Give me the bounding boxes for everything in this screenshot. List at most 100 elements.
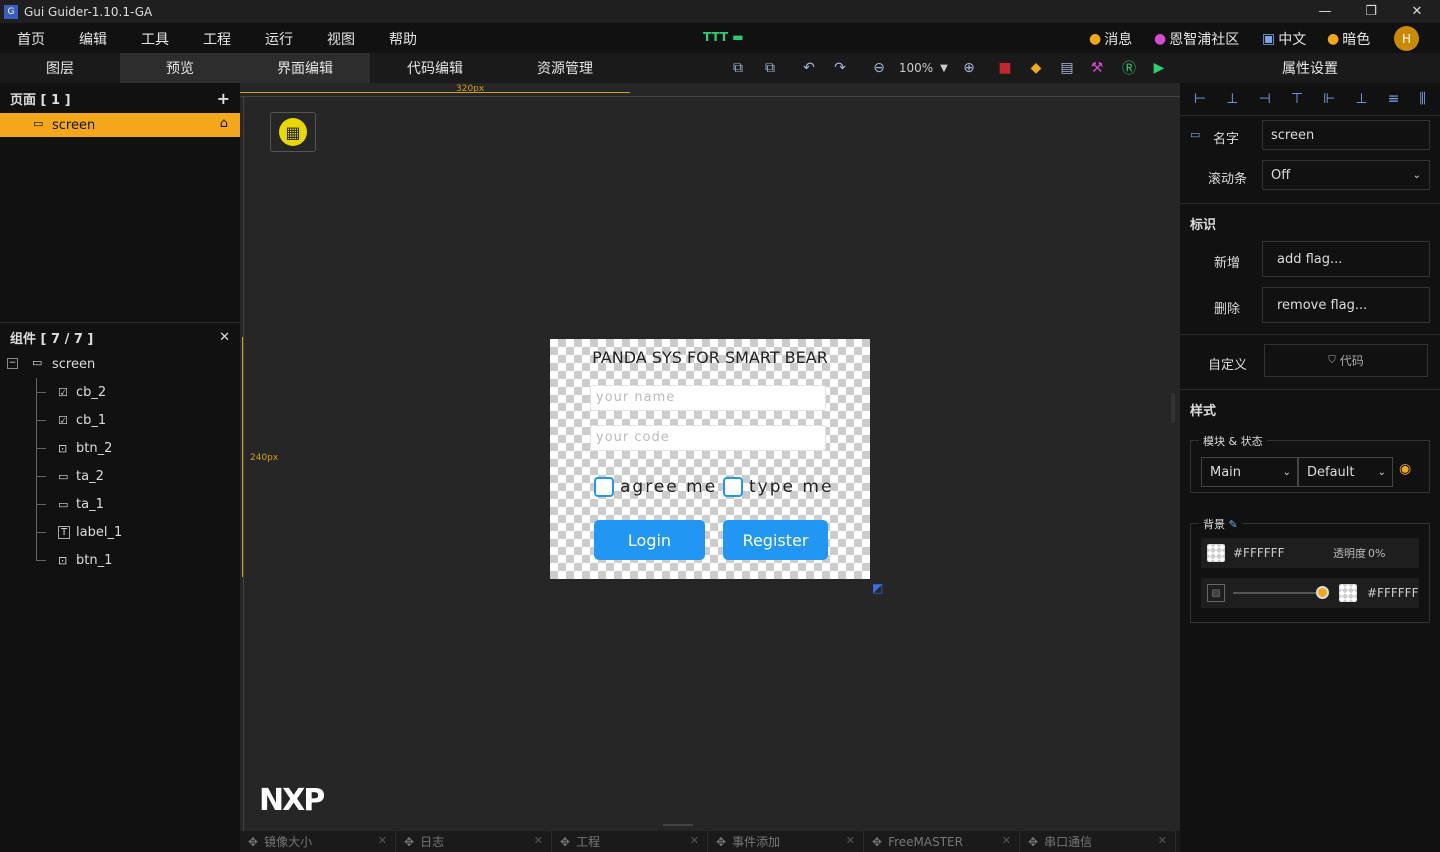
distribute-h-icon[interactable]: ≡ xyxy=(1388,91,1400,107)
code-input[interactable]: your code xyxy=(590,425,826,451)
close-icon[interactable]: ✕ xyxy=(1002,834,1011,847)
home-icon[interactable]: ⌂ xyxy=(220,116,228,131)
page-item-screen[interactable]: ▭ screen ⌂ xyxy=(0,113,240,137)
bottom-tab-label: 日志 xyxy=(420,835,445,849)
part-select[interactable]: Main ⌄ xyxy=(1201,457,1298,487)
name-field[interactable]: screen xyxy=(1262,120,1430,150)
resize-handle-icon[interactable]: ◩ xyxy=(872,581,883,595)
close-icon[interactable]: ✕ xyxy=(378,834,387,847)
type-checkbox[interactable]: type me xyxy=(723,477,833,497)
widget-palette-button[interactable]: ▦ xyxy=(270,112,316,152)
bg-color-row[interactable]: #FFFFFF 透明度 0% xyxy=(1201,538,1419,568)
align-left-icon[interactable]: ⊢ xyxy=(1194,91,1206,107)
eraser-icon[interactable]: ◆ xyxy=(1027,59,1045,77)
menu-view[interactable]: 视图 xyxy=(327,29,355,49)
undo-icon[interactable]: ↶ xyxy=(800,59,818,77)
close-icon[interactable]: ✕ xyxy=(690,834,699,847)
distribute-v-icon[interactable]: ⫼ xyxy=(1419,91,1425,107)
tab-preview[interactable]: 预览 xyxy=(120,53,240,83)
menu-run[interactable]: 运行 xyxy=(265,29,293,49)
name-input[interactable]: your name xyxy=(590,385,826,411)
zoom-out-icon[interactable]: ⊖ xyxy=(870,59,888,77)
align-center-h-icon[interactable]: ⊥ xyxy=(1226,91,1238,107)
zoom-level[interactable]: 100% xyxy=(896,59,936,77)
avatar[interactable]: H xyxy=(1394,26,1419,51)
device-screen[interactable]: PANDA SYS FOR SMART BEAR your name your … xyxy=(550,339,870,579)
bring-front-icon[interactable]: ⧉ xyxy=(729,59,747,77)
minimize-button[interactable]: — xyxy=(1302,0,1348,23)
tree-item-btn1[interactable]: ⊡ btn_1 xyxy=(0,546,240,574)
run-r-icon[interactable]: Ⓡ xyxy=(1120,59,1138,77)
tree-item-screen[interactable]: − ▭ screen xyxy=(0,350,240,378)
language-label: 中文 xyxy=(1278,32,1307,48)
tab-serial[interactable]: ✥ 串口通信 ✕ xyxy=(1020,831,1176,852)
send-back-icon[interactable]: ⧉ xyxy=(761,59,779,77)
chat-icon: ● xyxy=(1089,31,1102,47)
register-button[interactable]: Register xyxy=(723,520,828,560)
community-link[interactable]: ● 恩智浦社区 xyxy=(1154,29,1239,49)
tree-item-cb1[interactable]: ☑ cb_1 xyxy=(0,406,240,434)
align-center-v-icon[interactable]: ⊩ xyxy=(1323,91,1335,107)
theme-switch[interactable]: ● 暗色 xyxy=(1327,29,1370,49)
play-icon[interactable]: ▶ xyxy=(1150,59,1168,77)
close-icon[interactable]: ✕ xyxy=(1158,834,1167,847)
hammer-icon[interactable]: ⚒ xyxy=(1088,59,1106,77)
menu-edit[interactable]: 编辑 xyxy=(79,29,107,49)
maximize-button[interactable]: ❐ xyxy=(1348,0,1394,23)
collapse-box-icon[interactable]: − xyxy=(7,358,18,369)
tree-item-label1[interactable]: Tlabel_1 xyxy=(0,518,240,546)
tab-event-add[interactable]: ✥ 事件添加 ✕ xyxy=(708,831,864,852)
code-file-icon[interactable]: ▤ xyxy=(1058,59,1076,77)
gradient-slider-track[interactable] xyxy=(1233,592,1323,594)
add-page-icon[interactable]: + xyxy=(217,89,230,108)
tab-log[interactable]: ✥ 日志 ✕ xyxy=(396,831,552,852)
remove-flag-field[interactable]: remove flag... xyxy=(1262,287,1430,323)
tree-item-ta1[interactable]: ▭ ta_1 xyxy=(0,490,240,518)
monitor-icon: ▭ xyxy=(32,356,43,369)
tab-code-edit[interactable]: 代码编辑 xyxy=(370,53,500,83)
messages-link[interactable]: ● 消息 xyxy=(1089,29,1132,49)
eye-icon[interactable]: ◉ xyxy=(1399,461,1411,477)
add-flag-field[interactable]: add flag... xyxy=(1262,241,1430,277)
menu-project[interactable]: 工程 xyxy=(203,29,231,49)
language-switch[interactable]: ▣ 中文 xyxy=(1262,29,1306,49)
collapse-icon[interactable]: ✕ xyxy=(219,330,230,345)
stop-icon[interactable]: ■ xyxy=(996,59,1014,77)
scrollbar-select[interactable]: Off ⌄ xyxy=(1262,160,1430,190)
tree-item-cb2[interactable]: ☑ cb_2 xyxy=(0,378,240,406)
custom-code-button[interactable]: ⛉ 代码 xyxy=(1264,344,1428,377)
align-bottom-icon[interactable]: ⊥ xyxy=(1355,91,1367,107)
close-icon[interactable]: ✕ xyxy=(534,834,543,847)
tab-image-size[interactable]: ✥ 镜像大小 ✕ xyxy=(240,831,396,852)
tab-ui-edit[interactable]: 界面编辑 xyxy=(240,53,370,83)
drag-handle[interactable] xyxy=(663,824,693,826)
tree-item-ta2[interactable]: ▭ ta_2 xyxy=(0,462,240,490)
state-select[interactable]: Default ⌄ xyxy=(1298,457,1393,487)
bg-color-swatch[interactable] xyxy=(1207,544,1225,562)
close-icon[interactable]: ✕ xyxy=(846,834,855,847)
align-right-icon[interactable]: ⊣ xyxy=(1259,91,1271,107)
tree-item-btn2[interactable]: ⊡ btn_2 xyxy=(0,434,240,462)
label-title[interactable]: PANDA SYS FOR SMART BEAR xyxy=(550,348,870,367)
image-icon[interactable]: ▨ xyxy=(1207,584,1225,602)
project-name[interactable]: TTT ▬ xyxy=(703,30,744,44)
align-top-icon[interactable]: ⊤ xyxy=(1291,91,1303,107)
chevron-down-icon[interactable]: ▼ xyxy=(935,59,953,77)
panel-splitter[interactable] xyxy=(1171,393,1175,423)
tab-layers[interactable]: 图层 xyxy=(0,53,120,83)
close-button[interactable]: ✕ xyxy=(1394,0,1440,23)
gradient-slider-thumb[interactable] xyxy=(1316,586,1329,599)
components-title: 组件 [ 7 / 7 ] xyxy=(10,331,94,347)
agree-checkbox[interactable]: agree me xyxy=(594,477,717,497)
tab-project[interactable]: ✥ 工程 ✕ xyxy=(552,831,708,852)
menu-help[interactable]: 帮助 xyxy=(389,29,417,49)
grad-color-swatch[interactable] xyxy=(1339,584,1357,602)
zoom-in-icon[interactable]: ⊕ xyxy=(960,59,978,77)
tab-freemaster[interactable]: ✥ FreeMASTER ✕ xyxy=(864,831,1020,852)
redo-icon[interactable]: ↷ xyxy=(831,59,849,77)
login-button[interactable]: Login xyxy=(594,520,705,560)
background-group: 背景 ✎ #FFFFFF 透明度 0% ▨ #FFFFFF xyxy=(1190,516,1430,623)
tab-resources[interactable]: 资源管理 xyxy=(500,53,630,83)
menu-tools[interactable]: 工具 xyxy=(141,29,169,49)
menu-home[interactable]: 首页 xyxy=(17,29,45,49)
